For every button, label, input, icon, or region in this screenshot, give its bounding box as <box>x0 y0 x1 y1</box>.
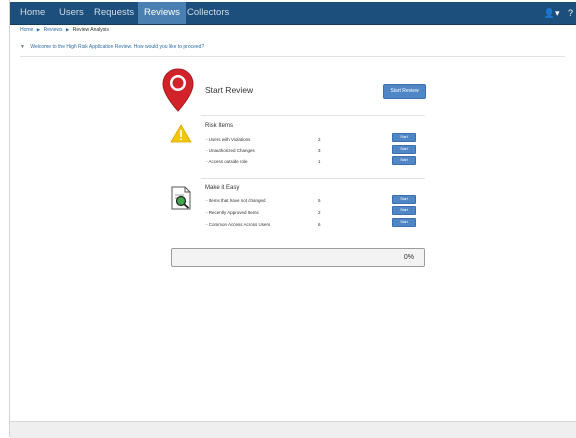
progress-label: 0% <box>403 254 414 261</box>
start-unauthorized-changes-button[interactable]: Start <box>392 145 416 154</box>
nav-requests[interactable]: Requests <box>88 2 140 24</box>
document-search-icon <box>171 186 191 210</box>
warning-icon <box>170 124 192 143</box>
welcome-text: Welcome to the High Risk Application Rev… <box>30 44 205 50</box>
start-review-title: Start Review <box>205 85 254 95</box>
breadcrumb-separator-icon: ▶ <box>36 27 41 32</box>
start-review-button[interactable]: Start Review <box>383 84 426 99</box>
start-recently-approved-button[interactable]: Start <box>392 206 416 215</box>
collapse-caret-icon[interactable]: ▼ <box>20 44 25 50</box>
breadcrumb-reviews[interactable]: Reviews <box>44 27 63 33</box>
start-access-outside-role-button[interactable]: Start <box>392 156 416 165</box>
welcome-bar[interactable]: ▼ Welcome to the High Risk Application R… <box>20 44 565 57</box>
start-items-not-changed-button[interactable]: Start <box>392 195 416 204</box>
top-navbar: Home Users Requests Reviews Collectors 👤… <box>10 2 576 25</box>
start-users-with-violations-button[interactable]: Start <box>392 133 416 142</box>
nav-home[interactable]: Home <box>14 2 51 24</box>
breadcrumb-home[interactable]: Home <box>20 27 33 33</box>
easy-row-count: 6 <box>318 222 321 227</box>
nav-icons: 👤▾ ? <box>538 2 573 24</box>
user-menu-icon[interactable]: 👤▾ <box>544 8 560 18</box>
risk-row-label: - Access outside role <box>206 159 248 164</box>
easy-row-count: 2 <box>318 210 321 215</box>
help-icon[interactable]: ? <box>568 8 573 18</box>
easy-row-count: 5 <box>318 198 321 203</box>
risk-items-title: Risk Items <box>205 123 234 129</box>
nav-reviews[interactable]: Reviews <box>138 2 186 24</box>
review-progress-bar: 0% <box>171 248 425 267</box>
make-it-easy-title: Make it Easy <box>205 185 240 191</box>
easy-row-label: - Common Access Across Users <box>206 222 271 227</box>
risk-row-count: 1 <box>318 159 321 164</box>
breadcrumb: Home ▶ Reviews ▶ Review Analysis <box>20 27 109 33</box>
divider <box>201 115 425 116</box>
nav-users[interactable]: Users <box>53 2 90 24</box>
risk-row-count: 3 <box>318 148 321 153</box>
risk-row-label: - Users with Violations <box>206 137 251 142</box>
footer-bar <box>10 421 576 438</box>
easy-row-label: - Recently Approved Items <box>206 210 259 215</box>
start-common-access-button[interactable]: Start <box>392 218 416 227</box>
breadcrumb-current: Review Analysis <box>72 27 109 33</box>
app-frame: Home Users Requests Reviews Collectors 👤… <box>9 0 576 438</box>
risk-row-count: 2 <box>318 137 321 142</box>
breadcrumb-separator-icon: ▶ <box>65 27 70 32</box>
divider <box>201 178 425 179</box>
nav-collectors[interactable]: Collectors <box>181 2 235 24</box>
risk-row-label: - Unauthorized Changes <box>206 148 255 153</box>
location-pin-icon <box>162 68 194 112</box>
easy-row-label: - Items that have not changed <box>206 198 266 203</box>
